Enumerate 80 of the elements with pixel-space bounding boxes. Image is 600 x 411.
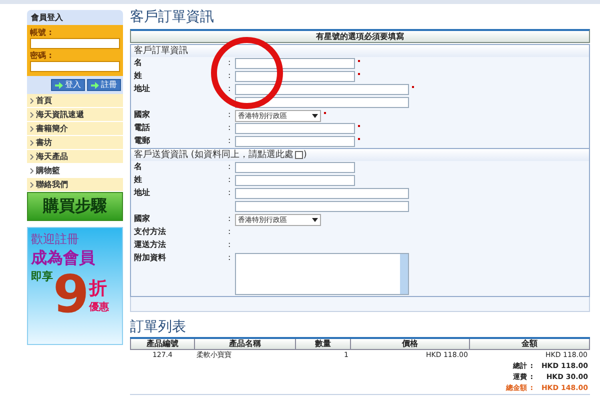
chevron-icon	[30, 154, 34, 160]
login-title: 會員登入	[30, 12, 64, 24]
column-header: 金額	[470, 338, 590, 350]
input-field[interactable]	[235, 201, 409, 212]
promo-text: 優惠	[89, 300, 110, 314]
nav-item[interactable]: 書籍簡介	[27, 122, 123, 136]
section-header: 客戶訂單資訊	[131, 45, 589, 57]
field-label: 國家	[134, 109, 151, 121]
separator: :	[228, 226, 232, 238]
caret-icon	[312, 114, 318, 118]
password-label: 密碼 :	[30, 51, 53, 61]
separator: :	[228, 161, 232, 173]
caret-icon	[312, 218, 318, 222]
field-label: 地址	[134, 83, 151, 95]
chevron-icon	[30, 126, 34, 132]
separator: :	[228, 57, 232, 69]
field-label: 電話	[134, 122, 151, 134]
scrollbar[interactable]	[400, 254, 408, 294]
page-title: 客戶訂單資訊	[130, 8, 215, 26]
notes-textarea[interactable]	[235, 253, 409, 295]
chevron-icon	[30, 98, 34, 104]
column-header: 數量	[296, 338, 350, 350]
input-field[interactable]	[235, 175, 355, 186]
field-label: 地址	[134, 187, 151, 199]
chevron-icon	[30, 140, 34, 146]
login-button[interactable]: 註冊	[87, 79, 121, 91]
promo-text: 歡迎註冊	[31, 231, 80, 248]
separator: :	[228, 83, 232, 95]
nav-item[interactable]: 海天產品	[27, 150, 123, 164]
promo-text: 成為會員	[31, 248, 96, 269]
promo-text: 即享	[31, 269, 53, 284]
section-title: 訂單列表	[130, 318, 187, 336]
notice-bar: 有星號的選項必須要填寫	[130, 29, 590, 43]
input-field[interactable]	[235, 162, 355, 173]
field-label: 名	[134, 57, 143, 69]
chevron-icon	[30, 182, 34, 188]
input-field[interactable]	[235, 71, 355, 82]
nav-item[interactable]: 首頁	[27, 94, 123, 108]
field-label: 國家	[134, 213, 151, 225]
separator: :	[228, 239, 232, 251]
separator: :	[228, 187, 232, 199]
input-field[interactable]	[235, 123, 355, 134]
field-label: 支付方法	[134, 226, 167, 238]
chevron-icon	[30, 112, 34, 118]
separator: :	[228, 122, 232, 134]
arrow-icon	[91, 82, 99, 88]
input-field[interactable]	[235, 188, 409, 199]
section-header: )	[303, 149, 307, 161]
separator: :	[228, 70, 232, 82]
input-field[interactable]	[235, 84, 409, 95]
promo-digit: 9	[53, 269, 90, 321]
input-field[interactable]	[235, 58, 355, 69]
login-button[interactable]: 登入	[51, 79, 85, 91]
nav-item[interactable]: 聯絡我們	[27, 178, 123, 192]
same-address-checkbox[interactable]	[295, 151, 304, 159]
separator: :	[228, 174, 232, 186]
nav-item[interactable]: 書坊	[27, 136, 123, 150]
separator: :	[228, 252, 232, 264]
column-header: 價格	[350, 338, 470, 350]
field-label: 電郵	[134, 135, 151, 147]
field-label: 附加資料	[134, 252, 167, 264]
arrow-icon	[55, 82, 63, 88]
field-label: 運送方法	[134, 239, 167, 251]
column-header: 產品編號	[130, 338, 194, 350]
password-field[interactable]	[30, 61, 120, 72]
username-field[interactable]	[30, 38, 120, 49]
input-field[interactable]	[235, 136, 355, 147]
separator: :	[228, 135, 232, 147]
separator: :	[228, 109, 232, 121]
chevron-icon	[30, 168, 34, 174]
steps-banner[interactable]: 購買步驟	[27, 192, 123, 221]
separator: :	[228, 213, 232, 225]
promo-text: 折	[89, 277, 108, 300]
section-header: 客戶送貨資訊 (如資料同上，請點選此處	[134, 149, 294, 161]
column-header: 產品名稱	[194, 338, 296, 350]
field-label: 姓	[134, 174, 143, 186]
username-label: 帳號 :	[30, 28, 53, 38]
field-label: 姓	[134, 70, 143, 82]
nav-item[interactable]: 海天資訊速遞	[27, 108, 123, 122]
field-label: 名	[134, 161, 143, 173]
